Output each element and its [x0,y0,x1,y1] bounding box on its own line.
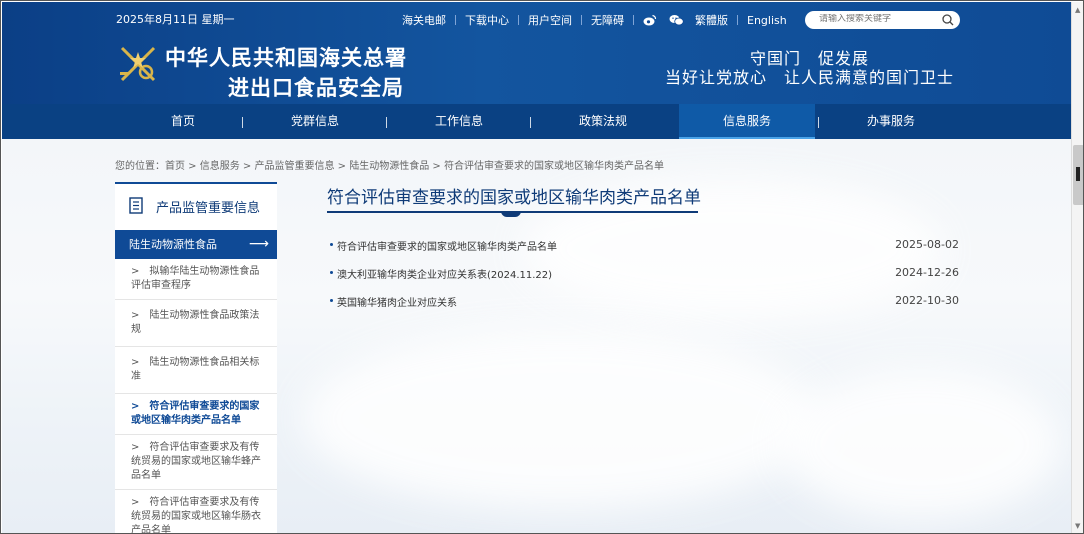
sidebar-item[interactable]: > 符合评估审查要求及有传统贸易的国家或地区输华蜂产品名单 [115,435,277,490]
sidebar: 产品监管重要信息 陆生动物源性食品 ⟶ > 拟输华陆生动物源性食品评估审查程序 … [115,182,277,533]
nav-divider [818,117,819,128]
article-list: 符合评估审查要求的国家或地区输华肉类产品名单 2025-08-02 澳大利亚输华… [327,237,959,321]
divider [581,15,582,25]
divider [633,15,634,25]
sidebar-item[interactable]: > 拟输华陆生动物源性食品评估审查程序 [115,259,277,300]
list-item[interactable]: 英国输华猪肉企业对应关系 2022-10-30 [327,293,959,321]
bullet-icon [330,243,333,246]
slogan-line2: 当好让党放心 让人民满意的国门卫士 [665,68,955,87]
nav-divider [242,117,243,128]
vertical-scrollbar[interactable]: ▲ ▼ [1071,2,1083,533]
link-customs-mail[interactable]: 海关电邮 [402,12,446,28]
divider [455,15,456,25]
nav-info-service[interactable]: 信息服务 [679,104,815,139]
sidebar-category-label: 陆生动物源性食品 [129,238,217,251]
divider [518,15,519,25]
sidebar-item-selected[interactable]: > 符合评估审查要求的国家或地区输华肉类产品名单 [115,394,277,435]
nav-divider [530,117,531,128]
list-item[interactable]: 符合评估审查要求的国家或地区输华肉类产品名单 2025-08-02 [327,237,959,265]
article-date: 2025-08-02 [895,238,959,251]
search-input[interactable] [819,14,939,24]
article-date: 2024-12-26 [895,266,959,279]
nav-work-info[interactable]: 工作信息 [404,104,514,139]
article-date: 2022-10-30 [895,294,959,307]
article-title[interactable]: 符合评估审查要求的国家或地区输华肉类产品名单 [337,238,557,253]
wechat-icon[interactable] [669,14,684,26]
sidebar-header: 产品监管重要信息 [115,182,277,230]
nav-party-info[interactable]: 党群信息 [260,104,370,139]
bullet-icon [330,271,333,274]
link-accessibility[interactable]: 无障碍 [591,12,624,28]
browser-viewport: 2025年8月11日 星期一 海关电邮 下载中心 用户空间 无障碍 繁體版 En… [0,0,1084,534]
org-name-line2: 进出口食品安全局 [228,75,404,100]
top-bar: 2025年8月11日 星期一 海关电邮 下载中心 用户空间 无障碍 繁體版 En… [2,2,1071,32]
scroll-down-icon[interactable]: ▼ [1075,522,1080,530]
nav-divider [386,117,387,128]
nav-home[interactable]: 首页 [128,104,238,139]
list-item[interactable]: 澳大利亚输华肉类企业对应关系表(2024.11.22) 2024-12-26 [327,265,959,293]
main-nav: 首页 党群信息 工作信息 政策法规 信息服务 办事服务 [2,104,1071,139]
document-icon [129,197,143,214]
arrow-right-icon: ⟶ [248,236,269,252]
sidebar-title: 产品监管重要信息 [156,201,261,216]
search-icon[interactable] [942,14,954,26]
sidebar-item[interactable]: > 符合评估审查要求及有传统贸易的国家或地区输华肠衣产品名单 [115,490,277,533]
sidebar-list: > 拟输华陆生动物源性食品评估审查程序 > 陆生动物源性食品政策法规 > 陆生动… [115,259,277,533]
scroll-grip [1076,167,1080,181]
link-user-space[interactable]: 用户空间 [528,12,572,28]
bullet-icon [330,299,333,302]
link-download-center[interactable]: 下载中心 [465,12,509,28]
customs-emblem-logo[interactable] [116,42,160,86]
site-header: 2025年8月11日 星期一 海关电邮 下载中心 用户空间 无障碍 繁體版 En… [2,2,1071,104]
article-title[interactable]: 英国输华猪肉企业对应关系 [337,294,457,309]
background-cloud [782,369,1062,519]
divider [737,15,738,25]
nav-policy[interactable]: 政策法规 [548,104,658,139]
breadcrumb[interactable]: 您的位置：首页 > 信息服务 > 产品监管重要信息 > 陆生动物源性食品 > 符… [115,157,664,172]
sidebar-item[interactable]: > 陆生动物源性食品政策法规 [115,300,277,347]
current-date: 2025年8月11日 星期一 [116,13,235,26]
sidebar-item[interactable]: > 陆生动物源性食品相关标准 [115,347,277,394]
weibo-icon[interactable] [643,14,657,26]
org-name-line1: 中华人民共和国海关总署 [165,45,407,70]
top-links: 海关电邮 下载中心 用户空间 无障碍 繁體版 English [402,12,796,28]
title-underline-notch [501,211,521,217]
sidebar-category-active[interactable]: 陆生动物源性食品 ⟶ [115,230,277,259]
link-traditional-chinese[interactable]: 繁體版 [695,12,728,28]
link-english[interactable]: English [747,14,787,27]
background-cloud [302,329,822,509]
article-title[interactable]: 澳大利亚输华肉类企业对应关系表(2024.11.22) [337,266,552,281]
page-title: 符合评估审查要求的国家或地区输华肉类产品名单 [327,188,701,208]
nav-business-service[interactable]: 办事服务 [836,104,946,139]
scroll-up-icon[interactable]: ▲ [1075,6,1080,14]
search-box [805,11,960,29]
